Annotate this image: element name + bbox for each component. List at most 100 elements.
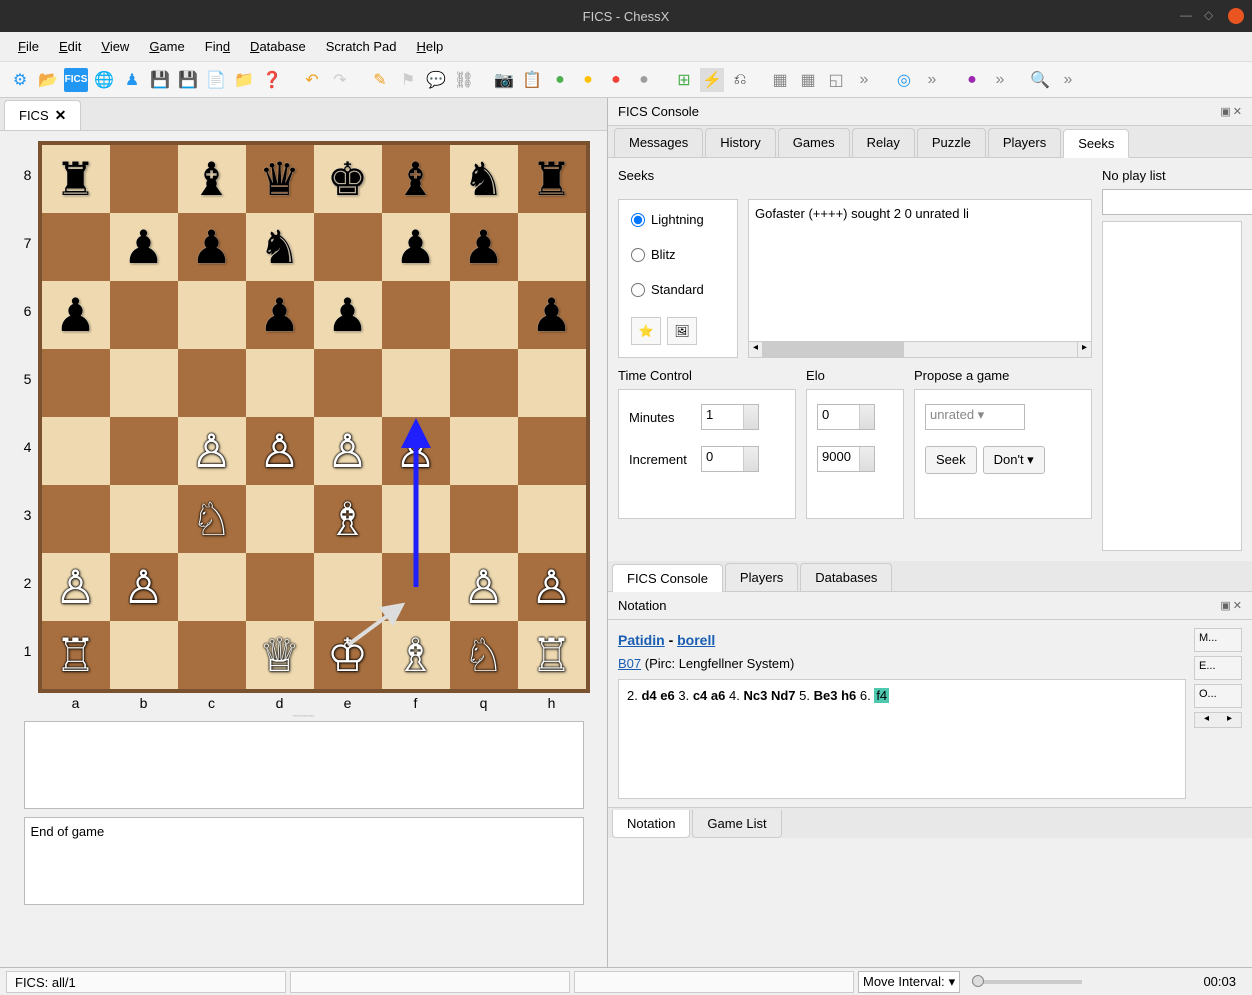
- moves-area[interactable]: 2. d4 e6 3. c4 a6 4. Nc3 Nd7 5. Be3 h6 6…: [618, 679, 1186, 799]
- square[interactable]: ♝: [178, 145, 246, 213]
- edit-icon[interactable]: ✎: [368, 68, 392, 92]
- close-button[interactable]: [1228, 8, 1244, 24]
- radio-blitz[interactable]: Blitz: [631, 247, 725, 262]
- square[interactable]: ♜: [518, 145, 586, 213]
- yellow-circle-icon[interactable]: ●: [576, 68, 600, 92]
- subtab-databases[interactable]: Databases: [800, 563, 892, 591]
- square[interactable]: ♟: [450, 213, 518, 281]
- square[interactable]: [110, 349, 178, 417]
- undo-icon[interactable]: ↶: [300, 68, 324, 92]
- globe-icon[interactable]: 🌐: [92, 68, 116, 92]
- folder-open-icon[interactable]: 📂: [36, 68, 60, 92]
- fics-tab-games[interactable]: Games: [778, 128, 850, 157]
- board1-icon[interactable]: ▦: [768, 68, 792, 92]
- tab-fics-close-icon[interactable]: ✕: [55, 107, 67, 124]
- splitter-handle[interactable]: ┄┄┄┄: [24, 711, 584, 717]
- side-block-o[interactable]: O...: [1194, 684, 1242, 708]
- board2-icon[interactable]: ▦: [796, 68, 820, 92]
- square[interactable]: ♙: [42, 553, 110, 621]
- square[interactable]: [518, 349, 586, 417]
- square[interactable]: ♟: [382, 213, 450, 281]
- overflow2-icon[interactable]: »: [920, 68, 944, 92]
- square[interactable]: ♙: [382, 417, 450, 485]
- upper-textarea[interactable]: [24, 721, 584, 809]
- fics-icon[interactable]: FICS: [64, 68, 88, 92]
- magnify-icon[interactable]: 🔍: [1028, 68, 1052, 92]
- player1-link[interactable]: Patidin: [618, 632, 665, 648]
- square[interactable]: ♟: [314, 281, 382, 349]
- fics-tab-relay[interactable]: Relay: [852, 128, 915, 157]
- square[interactable]: ♗: [314, 485, 382, 553]
- minutes-spinner[interactable]: 1: [701, 404, 759, 430]
- square[interactable]: [518, 417, 586, 485]
- overflow3-icon[interactable]: »: [988, 68, 1012, 92]
- fics-tab-puzzle[interactable]: Puzzle: [917, 128, 986, 157]
- help-icon[interactable]: ❓: [260, 68, 284, 92]
- fics-tab-players[interactable]: Players: [988, 128, 1061, 157]
- square[interactable]: [382, 553, 450, 621]
- square[interactable]: [42, 213, 110, 281]
- square[interactable]: ♝: [382, 145, 450, 213]
- square[interactable]: [42, 485, 110, 553]
- panel-close-icon[interactable]: ✕: [1233, 105, 1242, 118]
- bottomtab-gamelist[interactable]: Game List: [692, 810, 781, 838]
- square[interactable]: [450, 417, 518, 485]
- interval-slider[interactable]: [972, 980, 1082, 984]
- purple-circle-icon[interactable]: ●: [960, 68, 984, 92]
- target-icon[interactable]: ◎: [892, 68, 916, 92]
- menu-game[interactable]: Game: [141, 35, 192, 58]
- square[interactable]: [110, 281, 178, 349]
- notation-close-icon[interactable]: ✕: [1233, 599, 1242, 612]
- subtab-players[interactable]: Players: [725, 563, 798, 591]
- noplay-input[interactable]: [1102, 189, 1252, 215]
- radio-lightning[interactable]: Lightning: [631, 212, 725, 227]
- square[interactable]: [314, 553, 382, 621]
- menu-find[interactable]: Find: [197, 35, 238, 58]
- square[interactable]: [110, 621, 178, 689]
- square[interactable]: ♗: [382, 621, 450, 689]
- piece-icon[interactable]: ♟: [120, 68, 144, 92]
- green-circle-icon[interactable]: ●: [548, 68, 572, 92]
- square[interactable]: [246, 349, 314, 417]
- noplay-list[interactable]: [1102, 221, 1242, 551]
- square[interactable]: [178, 349, 246, 417]
- fics-tab-seeks[interactable]: Seeks: [1063, 129, 1129, 158]
- square[interactable]: ♘: [450, 621, 518, 689]
- square[interactable]: ♛: [246, 145, 314, 213]
- square[interactable]: [450, 281, 518, 349]
- menu-view[interactable]: View: [93, 35, 137, 58]
- fics-tab-history[interactable]: History: [705, 128, 775, 157]
- notation-float-icon[interactable]: ▣: [1220, 599, 1230, 612]
- square[interactable]: [178, 553, 246, 621]
- star-button[interactable]: ⭐: [631, 317, 661, 345]
- square[interactable]: [178, 281, 246, 349]
- square[interactable]: [382, 349, 450, 417]
- square[interactable]: [314, 349, 382, 417]
- gear-icon[interactable]: ⚙: [8, 68, 32, 92]
- lower-textarea[interactable]: End of game: [24, 817, 584, 905]
- move-interval-combo[interactable]: Move Interval: ▾: [858, 971, 960, 993]
- radio-standard[interactable]: Standard: [631, 282, 725, 297]
- square[interactable]: [246, 553, 314, 621]
- menu-help[interactable]: Help: [409, 35, 452, 58]
- menu-edit[interactable]: Edit: [51, 35, 89, 58]
- branch-icon[interactable]: ⎌: [728, 68, 752, 92]
- elo-low-spinner[interactable]: 0: [817, 404, 875, 430]
- seek-button[interactable]: Seek: [925, 446, 977, 474]
- square[interactable]: [42, 349, 110, 417]
- square[interactable]: ♞: [450, 145, 518, 213]
- minimize-button[interactable]: —: [1180, 8, 1196, 24]
- square[interactable]: [246, 485, 314, 553]
- bottomtab-notation[interactable]: Notation: [612, 810, 690, 838]
- square[interactable]: ♘: [178, 485, 246, 553]
- pic-button[interactable]: 🖼: [667, 317, 697, 345]
- subtab-fics-console[interactable]: FICS Console: [612, 564, 723, 592]
- board3-icon[interactable]: ◱: [824, 68, 848, 92]
- square[interactable]: ♙: [450, 553, 518, 621]
- square[interactable]: [110, 145, 178, 213]
- chessboard[interactable]: ♜♝♛♚♝♞♜♟♟♞♟♟♟♟♟♟♙♙♙♙♘♗♙♙♙♙♖♕♔♗♘♖: [38, 141, 590, 693]
- flash-icon[interactable]: ⚡: [700, 68, 724, 92]
- panel-float-icon[interactable]: ▣: [1220, 105, 1230, 118]
- square[interactable]: ♟: [110, 213, 178, 281]
- square[interactable]: [110, 417, 178, 485]
